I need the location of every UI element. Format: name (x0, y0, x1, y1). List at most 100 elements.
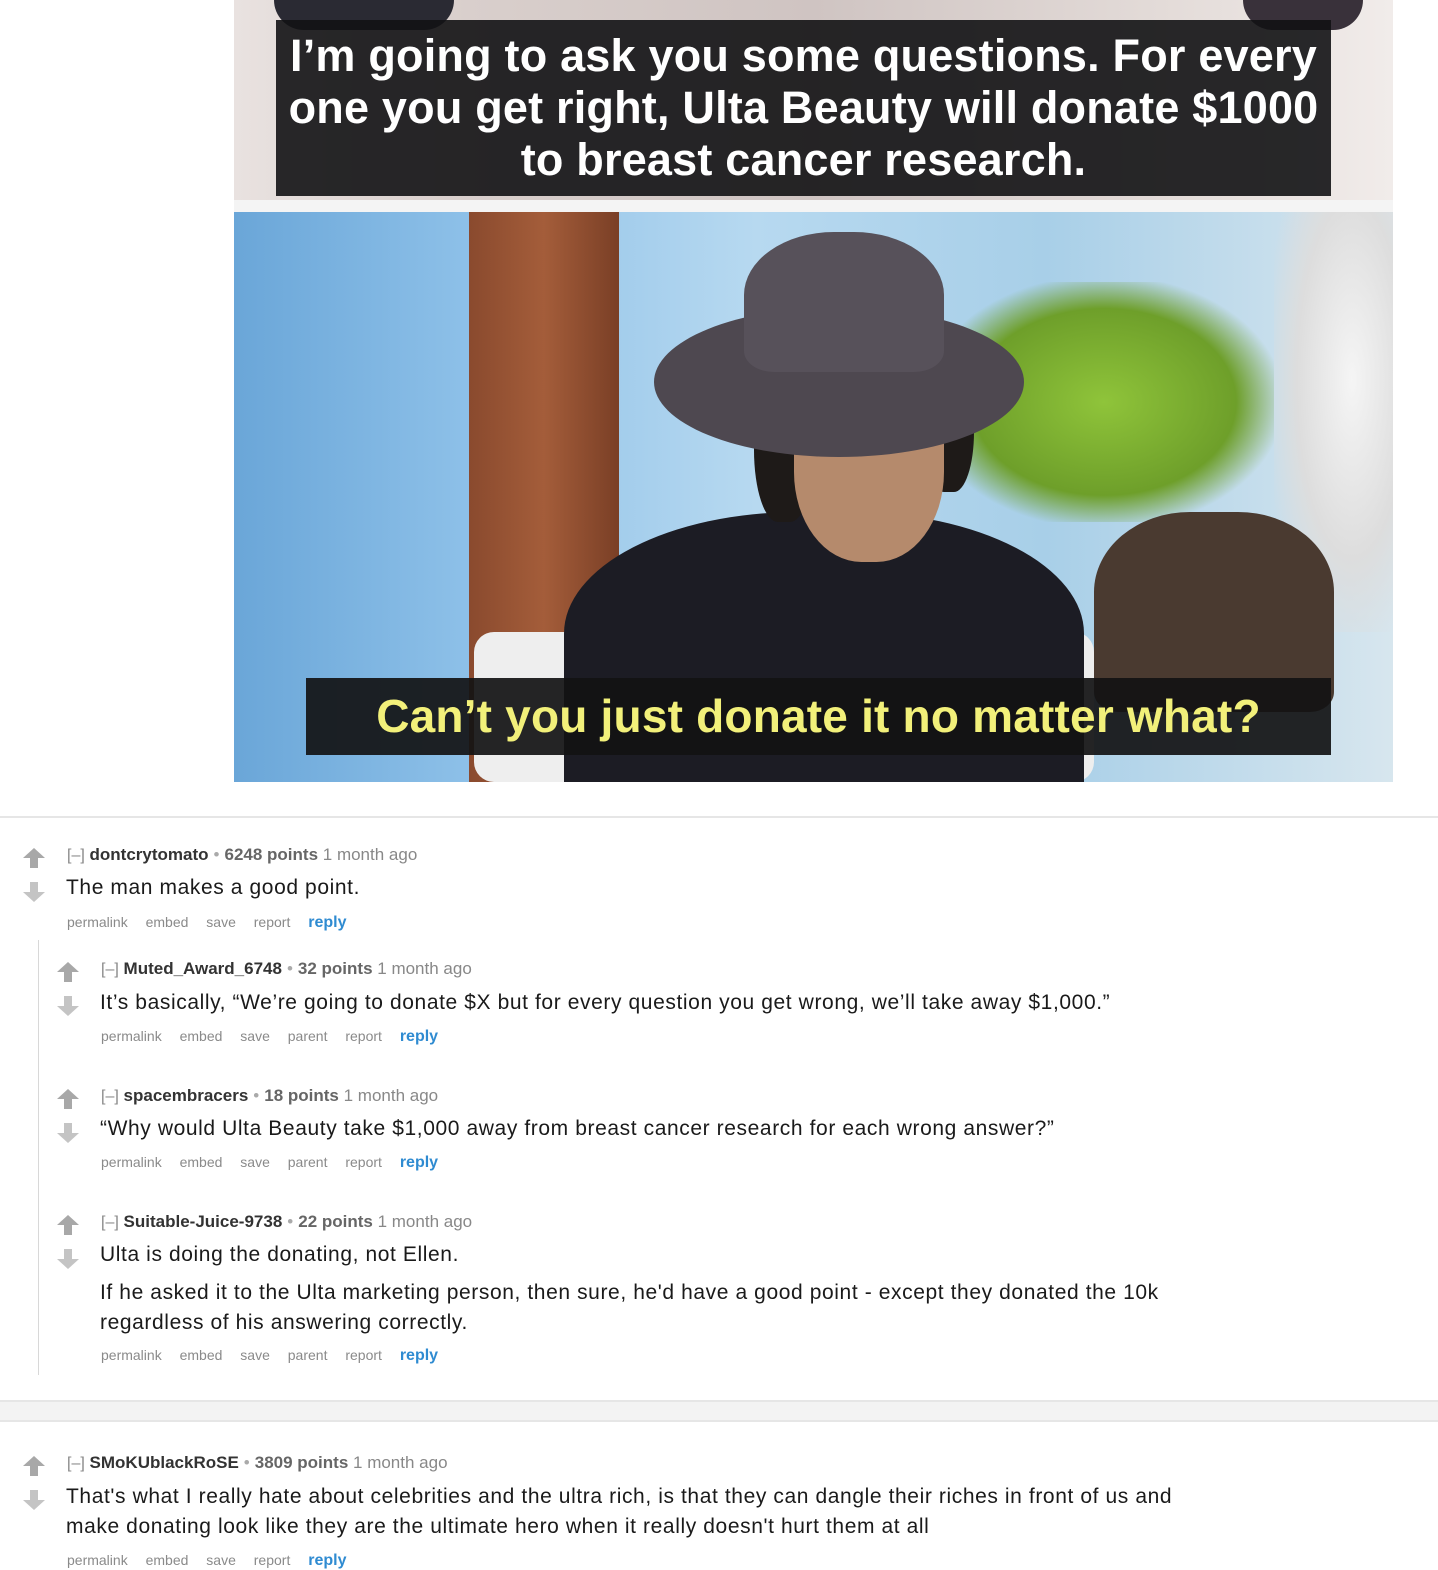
reply-link[interactable]: reply (308, 914, 346, 931)
downvote-button[interactable] (56, 1248, 82, 1272)
comment-tagline: [–] spacembracers • 18 points 1 month ago (101, 1086, 439, 1105)
child-thread-line[interactable] (38, 940, 39, 1375)
comment-author[interactable]: SMoKUblackRoSE (90, 1453, 239, 1472)
collapse-toggle[interactable]: [–] (67, 1455, 85, 1472)
reply-link[interactable]: reply (400, 1028, 438, 1045)
embed-link[interactable]: embed (180, 1347, 223, 1363)
comment-author[interactable]: Muted_Award_6748 (124, 959, 282, 978)
report-link[interactable]: report (254, 1552, 291, 1568)
embed-link[interactable]: embed (146, 1552, 189, 1568)
comment-body: It’s basically, “We’re going to donate $… (100, 991, 1111, 1014)
save-link[interactable]: save (240, 1028, 270, 1044)
upvote-button[interactable] (56, 1214, 82, 1238)
downvote-button[interactable] (22, 1489, 48, 1513)
embed-link[interactable]: embed (180, 1154, 223, 1170)
up-arrow-icon (57, 1215, 79, 1235)
meme-bottom-caption: Can’t you just donate it no matter what? (306, 678, 1331, 755)
comment-score: 22 points (298, 1212, 373, 1231)
comment-author[interactable]: dontcrytomato (90, 845, 209, 864)
down-arrow-icon (57, 996, 79, 1016)
meme-top-panel: I’m going to ask you some questions. For… (234, 0, 1393, 200)
report-link[interactable]: report (345, 1028, 382, 1044)
comment-age[interactable]: 1 month ago (377, 959, 472, 978)
comment-smokublackrose: [–] SMoKUblackRoSE • 3809 points 1 month a… (22, 1453, 1422, 1570)
parent-link[interactable]: parent (288, 1347, 328, 1363)
comment-body-line: That's what I really hate about celebrit… (66, 1485, 1173, 1508)
comment-age[interactable]: 1 month ago (344, 1086, 439, 1105)
comment-author[interactable]: spacembracers (124, 1086, 249, 1105)
downvote-button[interactable] (56, 995, 82, 1019)
up-arrow-icon (57, 962, 79, 982)
comment-score: 18 points (264, 1086, 339, 1105)
meme-divider (234, 200, 1393, 212)
permalink-link[interactable]: permalink (101, 1154, 162, 1170)
comment-buttons: permalink embed save report reply (67, 913, 360, 932)
save-link[interactable]: save (240, 1154, 270, 1170)
comment-buttons: permalink embed save report reply (67, 1551, 360, 1570)
report-link[interactable]: report (345, 1154, 382, 1170)
comment-tagline: [–] Suitable-Juice-9738 • 22 points 1 mont… (101, 1212, 473, 1231)
down-arrow-icon (57, 1249, 79, 1269)
report-link[interactable]: report (254, 914, 291, 930)
collapse-toggle[interactable]: [–] (67, 847, 85, 864)
comment-suitable-juice-9738: [–] Suitable-Juice-9738 • 22 points 1 mont… (56, 1212, 1416, 1374)
comment-buttons: permalink embed save parent report reply (101, 1346, 452, 1365)
comment-tagline: [–] SMoKUblackRoSE • 3809 points 1 month a… (67, 1453, 448, 1472)
up-arrow-icon (23, 1456, 45, 1476)
permalink-link[interactable]: permalink (67, 1552, 128, 1568)
comment-tagline: [–] dontcrytomato • 6248 points 1 month ag… (67, 845, 418, 864)
parent-link[interactable]: parent (288, 1154, 328, 1170)
reply-link[interactable]: reply (400, 1154, 438, 1171)
comment-age[interactable]: 1 month ago (378, 1212, 473, 1231)
comment-body-paragraph: regardless of his answering correctly. (100, 1311, 468, 1334)
comment-age[interactable]: 1 month ago (353, 1453, 448, 1472)
comment-buttons: permalink embed save parent report reply (101, 1027, 452, 1046)
comment-body-paragraph: If he asked it to the Ulta marketing per… (100, 1281, 1159, 1304)
save-link[interactable]: save (240, 1347, 270, 1363)
down-arrow-icon (23, 1490, 45, 1510)
comment-age[interactable]: 1 month ago (323, 845, 418, 864)
meme-top-caption: I’m going to ask you some questions. For… (276, 20, 1331, 196)
comment-score: 6248 points (224, 845, 319, 864)
comment-body: “Why would Ulta Beauty take $1,000 away … (100, 1117, 1055, 1140)
save-link[interactable]: save (206, 914, 236, 930)
section-divider (0, 816, 1438, 818)
up-arrow-icon (23, 848, 45, 868)
reply-link[interactable]: reply (308, 1552, 346, 1569)
embed-link[interactable]: embed (146, 914, 189, 930)
embed-link[interactable]: embed (180, 1028, 223, 1044)
save-link[interactable]: save (206, 1552, 236, 1568)
comment-tagline: [–] Muted_Award_6748 • 32 points 1 month a… (101, 959, 472, 978)
meme-bottom-panel: Can’t you just donate it no matter what? (234, 212, 1393, 782)
thread-divider (0, 1400, 1438, 1422)
comment-score: 32 points (297, 959, 373, 978)
downvote-button[interactable] (56, 1122, 82, 1146)
permalink-link[interactable]: permalink (101, 1028, 162, 1044)
comment-dontcrytomato: [–] dontcrytomato • 6248 points 1 month ag… (22, 845, 1422, 937)
upvote-button[interactable] (22, 1455, 48, 1479)
comment-muted-award-6748: [–] Muted_Award_6748 • 32 points 1 month a… (56, 959, 1416, 1051)
comment-buttons: permalink embed save parent report reply (101, 1153, 452, 1172)
report-link[interactable]: report (345, 1347, 382, 1363)
collapse-toggle[interactable]: [–] (101, 961, 119, 978)
parent-link[interactable]: parent (288, 1028, 328, 1044)
down-arrow-icon (57, 1123, 79, 1143)
collapse-toggle[interactable]: [–] (101, 1088, 119, 1105)
comment-author[interactable]: Suitable-Juice-9738 (124, 1212, 283, 1231)
comment-body-line: make donating look like they are the ult… (66, 1515, 930, 1538)
upvote-button[interactable] (56, 961, 82, 985)
reply-link[interactable]: reply (400, 1347, 438, 1364)
upvote-button[interactable] (56, 1088, 82, 1112)
permalink-link[interactable]: permalink (101, 1347, 162, 1363)
collapse-toggle[interactable]: [–] (101, 1214, 119, 1231)
up-arrow-icon (57, 1089, 79, 1109)
meme-image: I’m going to ask you some questions. For… (234, 0, 1393, 782)
comment-body-paragraph: Ulta is doing the donating, not Ellen. (100, 1243, 460, 1266)
upvote-button[interactable] (22, 847, 48, 871)
comment-body: The man makes a good point. (66, 876, 361, 899)
comment-spacembracers: [–] spacembracers • 18 points 1 month ago … (56, 1086, 1416, 1178)
permalink-link[interactable]: permalink (67, 914, 128, 930)
comment-score: 3809 points (254, 1453, 349, 1472)
downvote-button[interactable] (22, 881, 48, 905)
down-arrow-icon (23, 882, 45, 902)
